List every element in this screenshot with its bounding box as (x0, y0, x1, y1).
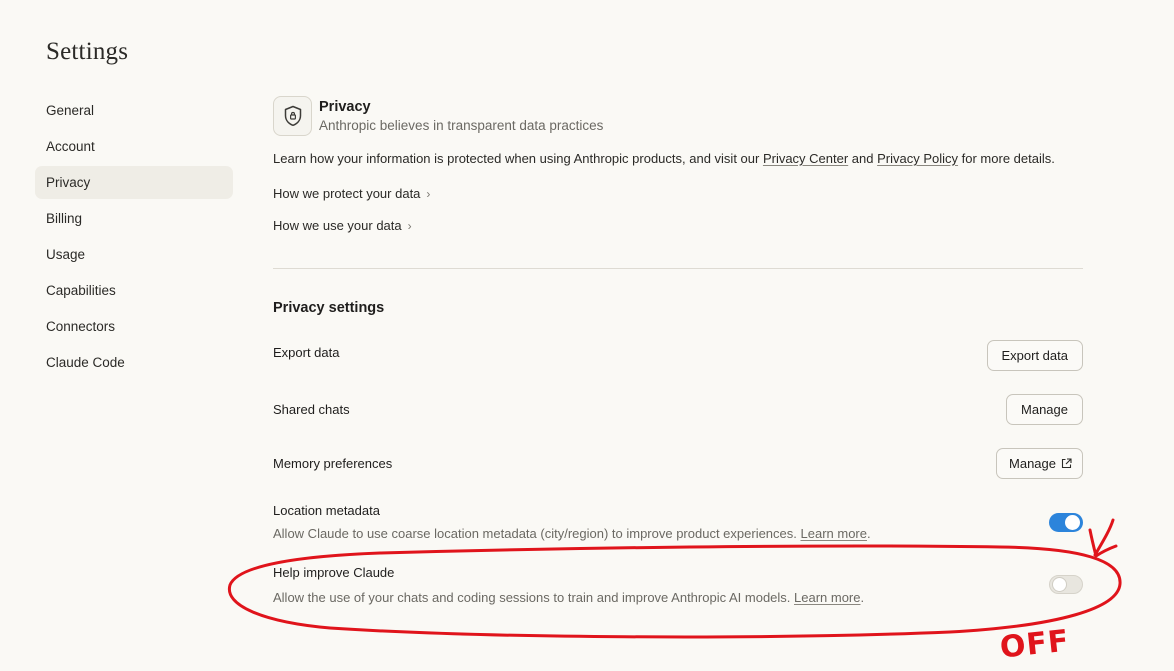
export-data-label: Export data (273, 345, 340, 360)
sidebar-item-usage[interactable]: Usage (35, 238, 233, 271)
toggle-knob (1052, 577, 1067, 592)
memory-manage-button[interactable]: Manage (996, 448, 1083, 479)
section-divider (273, 268, 1083, 269)
annotation-off-text: OFF (998, 623, 1072, 666)
external-link-icon (1061, 458, 1072, 469)
how-we-use-label: How we use your data (273, 218, 402, 233)
shared-chats-manage-button[interactable]: Manage (1006, 394, 1083, 425)
chevron-right-icon: › (426, 187, 431, 201)
chevron-right-icon: › (407, 219, 412, 233)
intro-text-suffix: for more details. (958, 151, 1055, 166)
location-description-text: Allow Claude to use coarse location meta… (273, 526, 801, 541)
shield-lock-icon (273, 96, 312, 136)
sidebar-nav: General Account Privacy Billing Usage Ca… (35, 94, 233, 382)
how-we-use-link[interactable]: How we use your data › (273, 218, 412, 233)
sidebar-item-billing[interactable]: Billing (35, 202, 233, 235)
privacy-title: Privacy (319, 99, 371, 115)
settings-page: Settings General Account Privacy Billing… (0, 0, 1174, 671)
annotation-arrow (1088, 518, 1118, 558)
help-improve-learn-more-link[interactable]: Learn more (794, 590, 860, 605)
intro-text-prefix: Learn how your information is protected … (273, 151, 763, 166)
location-metadata-label: Location metadata (273, 503, 380, 518)
sidebar-item-connectors[interactable]: Connectors (35, 310, 233, 343)
privacy-subtitle: Anthropic believes in transparent data p… (319, 118, 604, 133)
help-improve-description: Allow the use of your chats and coding s… (273, 590, 864, 605)
location-metadata-description: Allow Claude to use coarse location meta… (273, 526, 871, 541)
help-improve-toggle[interactable] (1049, 575, 1083, 594)
memory-manage-label: Manage (1009, 456, 1056, 471)
memory-preferences-label: Memory preferences (273, 456, 393, 471)
how-we-protect-link[interactable]: How we protect your data › (273, 186, 430, 201)
sidebar-item-account[interactable]: Account (35, 130, 233, 163)
shared-chats-label: Shared chats (273, 402, 350, 417)
shared-chats-manage-label: Manage (1021, 402, 1068, 417)
privacy-center-link[interactable]: Privacy Center (763, 151, 848, 166)
export-data-button-label: Export data (1001, 348, 1069, 363)
page-title: Settings (46, 38, 129, 65)
privacy-intro: Learn how your information is protected … (273, 151, 1055, 166)
sidebar-item-claude-code[interactable]: Claude Code (35, 346, 233, 379)
sidebar-item-general[interactable]: General (35, 94, 233, 127)
sidebar-item-capabilities[interactable]: Capabilities (35, 274, 233, 307)
location-description-period: . (866, 526, 871, 541)
help-improve-label: Help improve Claude (273, 565, 395, 580)
toggle-knob (1065, 515, 1080, 530)
how-we-protect-label: How we protect your data (273, 186, 421, 201)
sidebar-item-privacy[interactable]: Privacy (35, 166, 233, 199)
export-data-button[interactable]: Export data (986, 340, 1083, 371)
help-improve-description-period: . (860, 590, 865, 605)
location-metadata-toggle[interactable] (1049, 513, 1083, 532)
intro-text-and: and (848, 151, 878, 166)
help-improve-description-text: Allow the use of your chats and coding s… (273, 590, 795, 605)
privacy-policy-link[interactable]: Privacy Policy (877, 151, 958, 166)
location-learn-more-link[interactable]: Learn more (801, 526, 867, 541)
privacy-settings-title: Privacy settings (273, 300, 385, 316)
